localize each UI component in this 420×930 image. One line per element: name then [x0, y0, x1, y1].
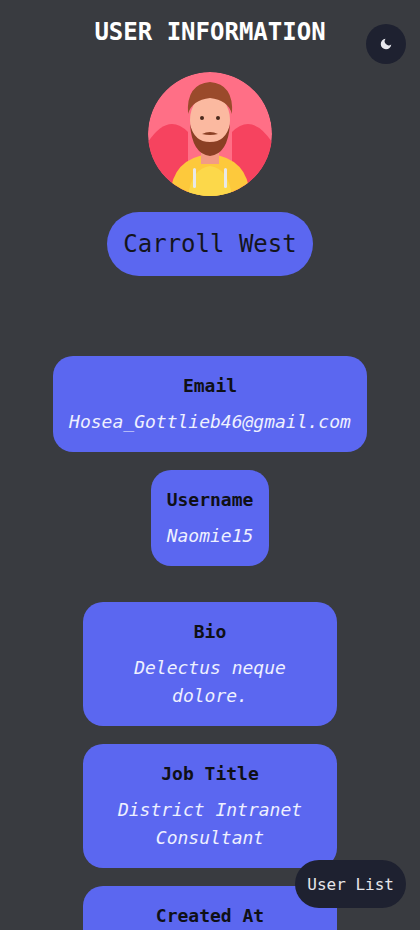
info-label: Created At [156, 902, 264, 930]
info-value: District Intranet Consultant [99, 796, 321, 852]
theme-toggle-button[interactable] [366, 24, 406, 64]
avatar-icon [148, 72, 272, 196]
moon-icon [379, 37, 393, 51]
avatar [148, 72, 272, 196]
user-name: Carroll West [107, 212, 312, 276]
user-info-page: USER INFORMATION Carroll West Email Hosea_G… [0, 0, 420, 930]
info-card: Email Hosea_Gottlieb46@gmail.com [53, 356, 367, 452]
user-list-button[interactable]: User List [295, 860, 406, 908]
info-label: Bio [194, 618, 227, 646]
info-value: Delectus neque dolore. [99, 654, 321, 710]
info-label: Username [167, 486, 254, 514]
info-section: Email Hosea_Gottlieb46@gmail.com Username N… [0, 356, 420, 566]
info-card: Username Naomie15 [151, 470, 270, 566]
info-card: Bio Delectus neque dolore. [83, 602, 337, 726]
page-title: USER INFORMATION [94, 18, 325, 46]
info-card: Job Title District Intranet Consultant [83, 744, 337, 868]
info-value: Hosea_Gottlieb46@gmail.com [69, 408, 351, 436]
info-label: Job Title [161, 760, 259, 788]
info-value: Naomie15 [167, 522, 254, 550]
info-label: Email [183, 372, 237, 400]
